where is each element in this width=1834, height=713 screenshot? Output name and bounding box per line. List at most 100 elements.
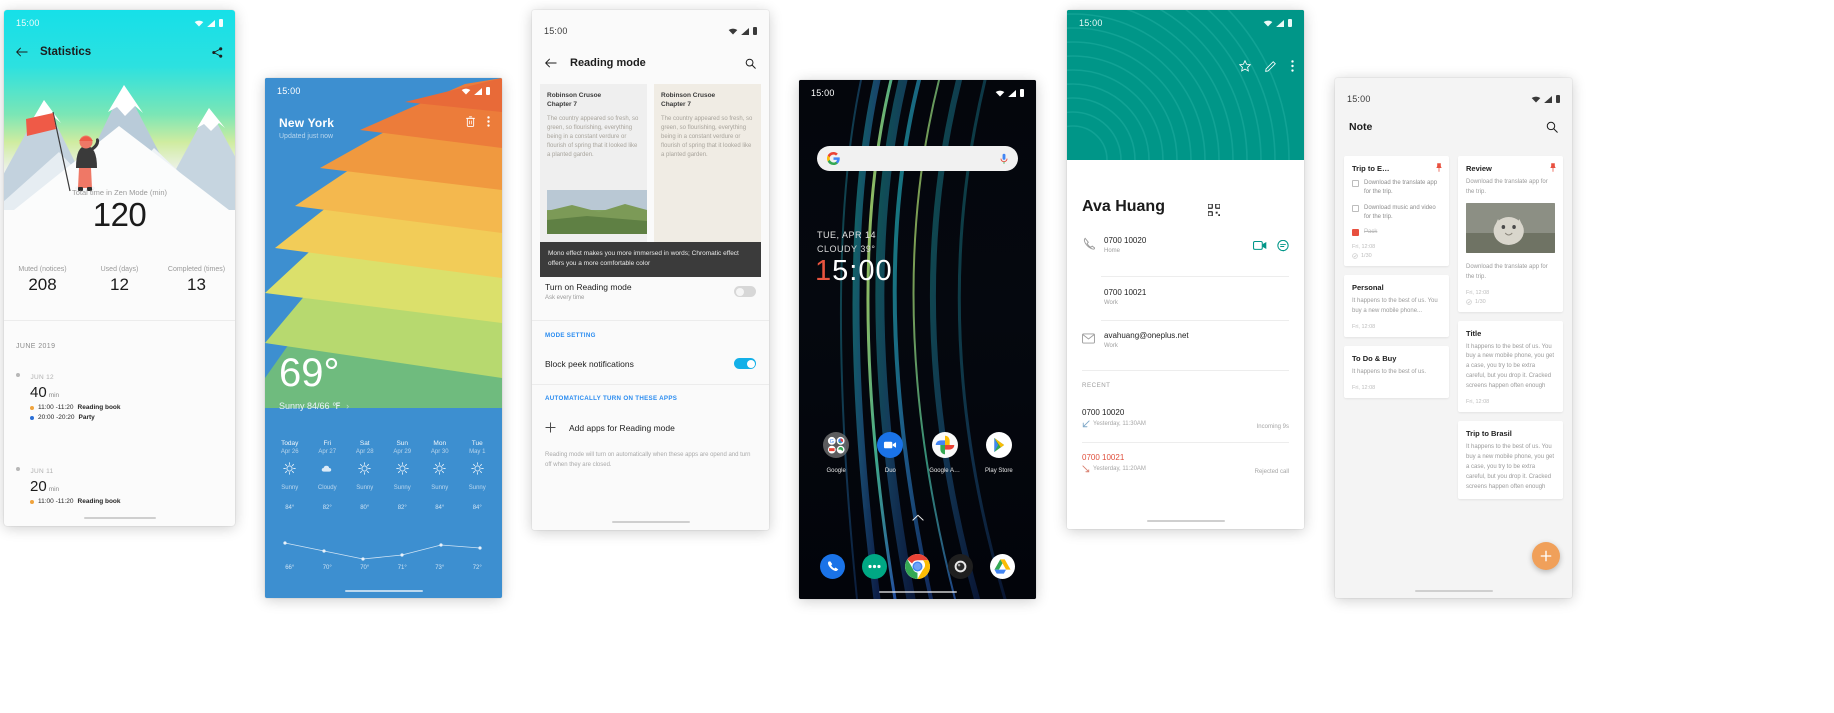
reading-turn-on-row[interactable]: Turn on Reading mode Ask every time [532, 282, 769, 301]
block-peek-row[interactable]: Block peek notifications [532, 358, 769, 369]
home-app-duo[interactable]: Duo [863, 432, 917, 474]
navigation-bar-handle[interactable] [344, 590, 423, 592]
session-color-dot-icon [30, 405, 34, 410]
note-title: Title [1466, 328, 1482, 338]
forecast-cell[interactable]: Sun Apr 29 Sunny 82° [384, 440, 422, 511]
navigation-bar-handle[interactable] [878, 591, 957, 593]
microphone-icon[interactable] [1000, 153, 1008, 165]
zen-entry-jun12[interactable]: JUN 12 40 min 11:00 -11:20 Reading book 2… [16, 366, 225, 421]
contact-phone-label: Home [1104, 248, 1121, 254]
search-icon[interactable] [745, 58, 756, 69]
navigation-bar-handle[interactable] [1146, 520, 1225, 522]
note-date: Fri, 12:08 [1352, 385, 1376, 392]
add-apps-label: Add apps for Reading mode [569, 422, 675, 433]
signal-icon [741, 27, 749, 35]
session-name: Reading book [77, 404, 121, 411]
weather-condition-line[interactable]: Sunny 84/66 ℉ › [279, 401, 349, 412]
note-card-review[interactable]: Review Download the translate app for th… [1458, 156, 1563, 312]
add-apps-row[interactable]: Add apps for Reading mode [532, 422, 769, 433]
status-time: 15:00 [544, 26, 568, 36]
page-title: Note [1349, 121, 1373, 133]
zen-entry-jun11[interactable]: JUN 11 20 min 11:00 -11:20 Reading book [16, 460, 225, 505]
arrow-back-icon[interactable] [545, 58, 557, 68]
block-peek-title: Block peek notifications [545, 358, 634, 369]
contact-detail-phone-work[interactable]: 0700 10021 Work [1067, 288, 1304, 306]
note-title: Personal [1352, 283, 1384, 293]
dock-phone[interactable] [811, 554, 854, 579]
more-vert-icon[interactable] [1291, 60, 1294, 72]
zen-entry-day-row: JUN 12 [16, 366, 225, 384]
app-label: Google A… [929, 468, 960, 474]
navigation-bar-handle[interactable] [1414, 590, 1493, 592]
dock-drive[interactable] [981, 554, 1024, 579]
add-note-fab[interactable] [1532, 542, 1560, 570]
contact-detail-email[interactable]: avahuang@oneplus.net Work [1067, 331, 1304, 349]
checkbox-icon-checked[interactable] [1352, 229, 1359, 237]
phone-panel-weather: 15:00 New York Updated just now 69° Sunn… [265, 78, 502, 598]
sun-icon [283, 462, 296, 475]
note-date: Fri, 12:08 [1466, 399, 1490, 406]
home-app-play-store[interactable]: Play Store [972, 432, 1026, 474]
auto-apps-header-row: AUTOMATICALLY TURN ON THESE APPS [532, 395, 769, 402]
navigation-bar-handle[interactable] [83, 517, 156, 519]
dock-camera[interactable] [939, 554, 982, 579]
forecast-cell[interactable]: Sat Apr 28 Sunny 80° [346, 440, 384, 511]
zen-entry-day: JUN 11 [30, 468, 54, 475]
checkbox-icon[interactable] [1352, 180, 1359, 187]
search-icon[interactable] [1546, 121, 1558, 133]
google-search-bar[interactable] [817, 146, 1018, 171]
video-call-icon[interactable] [1253, 240, 1267, 251]
block-peek-notifications-toggle[interactable] [734, 358, 756, 369]
preview-body: The country appeared so fresh, so green,… [661, 115, 753, 158]
dock-messages[interactable] [854, 554, 897, 579]
note-checklist-item[interactable]: Download music and video for the trip. [1352, 204, 1441, 223]
session-time: 20:00 -20:20 [38, 414, 75, 421]
battery-icon [486, 87, 490, 95]
home-dock [799, 554, 1036, 579]
battery-icon [753, 27, 757, 35]
forecast-date: Apr 26 [280, 449, 299, 455]
note-checklist-item[interactable]: Pack [1352, 228, 1441, 237]
contact-detail-phone-home[interactable]: 0700 10020 Home [1067, 236, 1304, 254]
turn-on-subtitle: Ask every time [545, 295, 585, 301]
contact-phone-value: 0700 10021 [1104, 288, 1147, 297]
more-vert-icon[interactable] [487, 116, 490, 127]
weather-forecast-low-row: 66° 70° 70° 71° 73° 72° [265, 565, 502, 571]
note-card-title[interactable]: Title It happens to the best of us. You … [1458, 320, 1563, 413]
home-app-google-photos[interactable]: Google A… [918, 432, 972, 474]
note-card-personal[interactable]: Personal It happens to the best of us. Y… [1344, 275, 1449, 338]
forecast-cell[interactable]: Today Apr 26 Sunny 84° [271, 440, 309, 511]
contact-recent-header: RECENT [1082, 382, 1111, 389]
forecast-cell[interactable]: Mon Apr 30 Sunny 84° [421, 440, 459, 511]
arrow-back-icon[interactable] [16, 47, 28, 57]
note-title: Trip to Brasil [1466, 429, 1512, 439]
pin-icon[interactable] [1436, 163, 1442, 172]
checkbox-icon[interactable] [1352, 204, 1359, 212]
qr-code-icon[interactable] [1208, 204, 1220, 216]
share-icon[interactable] [212, 46, 223, 58]
note-card-to-do-and-buy[interactable]: To Do & Buy It happens to the best of us… [1344, 346, 1449, 399]
forecast-cell[interactable]: Fri Apr 27 Cloudy 82° [309, 440, 347, 511]
reading-preview-card-chromatic[interactable]: Robinson Crusoe Chapter 7 The country ap… [547, 84, 761, 242]
note-checklist-item[interactable]: Download the translate app for the trip. [1352, 179, 1441, 198]
note-card-trip-to-e[interactable]: Trip to E… Download the translate app fo… [1344, 156, 1449, 267]
status-time: 15:00 [1079, 18, 1103, 28]
chrome-icon [904, 554, 930, 579]
navigation-bar-handle[interactable] [611, 521, 690, 523]
zen-stat-triplet: Muted (notices) 208 Used (days) 12 Compl… [4, 266, 235, 295]
dock-chrome[interactable] [896, 554, 939, 579]
message-icon[interactable] [1277, 240, 1289, 252]
star-outline-icon[interactable] [1239, 60, 1251, 72]
home-app-google-folder[interactable]: G Google [809, 432, 863, 474]
trash-icon[interactable] [466, 116, 475, 127]
note-card-trip-to-brasil[interactable]: Trip to Brasil It happens to the best of… [1458, 421, 1563, 500]
chevron-up-icon[interactable] [911, 514, 924, 521]
forecast-cell[interactable]: Tue May 1 Sunny 84° [459, 440, 497, 511]
preview-title: Robinson Crusoe Chapter 7 [547, 92, 640, 110]
recent-call-time: Yesterday, 11:20AM [1093, 466, 1146, 472]
signal-icon [1276, 19, 1284, 27]
pin-icon[interactable] [1550, 163, 1556, 172]
pencil-icon[interactable] [1265, 60, 1277, 72]
status-time: 15:00 [811, 88, 835, 98]
turn-on-reading-mode-toggle[interactable] [734, 286, 756, 297]
